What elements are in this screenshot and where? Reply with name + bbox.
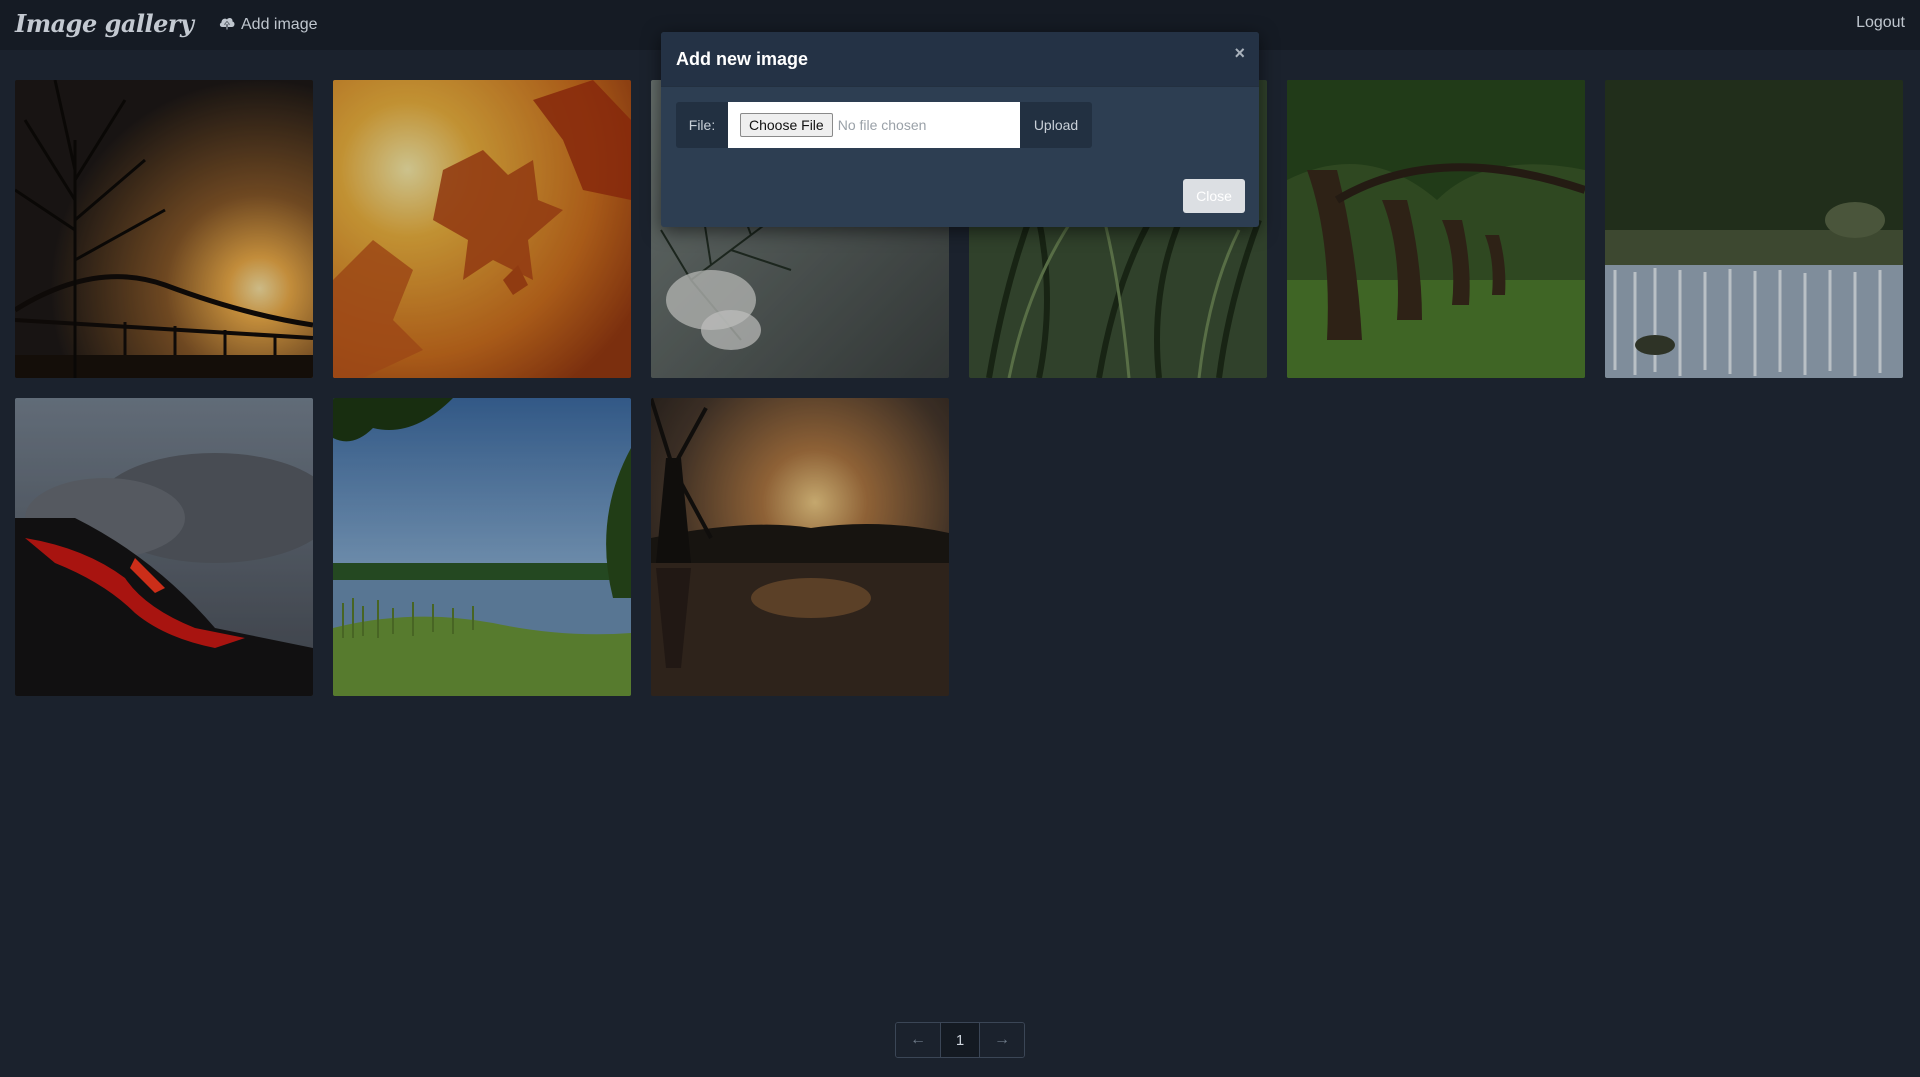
gallery-image-windmill[interactable] xyxy=(651,398,949,696)
add-image-link[interactable]: Add image xyxy=(218,13,318,37)
close-icon[interactable]: × xyxy=(1234,43,1245,64)
add-image-label: Add image xyxy=(241,16,318,33)
next-page-button[interactable]: → xyxy=(980,1023,1024,1057)
gallery-image-lake[interactable] xyxy=(333,398,631,696)
logout-link[interactable]: Logout xyxy=(1856,14,1905,32)
previous-page-button[interactable]: ← xyxy=(896,1023,941,1057)
gallery-image-autumn-leaves[interactable] xyxy=(333,80,631,378)
gallery-image-lava[interactable] xyxy=(15,398,313,696)
page-number-current[interactable]: 1 xyxy=(941,1023,980,1057)
gallery-image-waterfall[interactable] xyxy=(1605,80,1903,378)
brand-logo[interactable]: Image gallery xyxy=(15,9,194,38)
pagination: ← 1 → xyxy=(895,1022,1025,1058)
upload-form-row: File: Choose File No file chosen Upload xyxy=(676,102,1092,148)
add-image-modal: Add new image × File: Choose File No fil… xyxy=(661,32,1259,227)
close-button[interactable]: Close xyxy=(1183,179,1245,213)
gallery-image-oak-alley[interactable] xyxy=(1287,80,1585,378)
file-label: File: xyxy=(676,102,728,148)
cloud-upload-icon xyxy=(218,15,236,36)
file-status-text: No file chosen xyxy=(837,117,927,133)
file-input[interactable]: Choose File No file chosen xyxy=(728,102,1020,148)
upload-button[interactable]: Upload xyxy=(1020,102,1092,148)
choose-file-button[interactable]: Choose File xyxy=(740,113,833,137)
gallery-image-bridge-sunset[interactable] xyxy=(15,80,313,378)
modal-title: Add new image xyxy=(676,49,809,69)
modal-header: Add new image × xyxy=(661,32,1259,87)
